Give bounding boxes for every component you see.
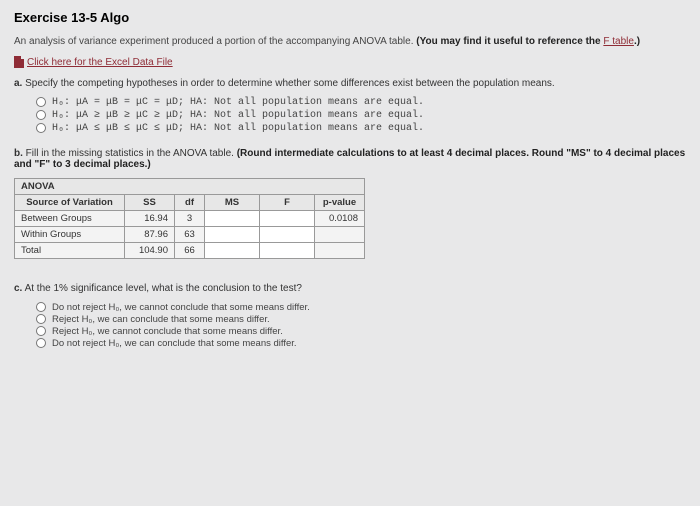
part-b-prompt: b. Fill in the missing statistics in the…: [14, 148, 686, 170]
anova-title-cell: ANOVA: [15, 178, 365, 194]
conc-radio-4[interactable]: [36, 338, 46, 348]
hdr-pvalue: p-value: [315, 194, 365, 210]
anova-table-wrap: ANOVA Source of Variation SS df MS F p-v…: [14, 178, 686, 259]
conc-option-1[interactable]: Do not reject H₀, we cannot conclude tha…: [36, 302, 686, 313]
file-link-row: Click here for the Excel Data File: [14, 56, 686, 78]
ms-input[interactable]: [205, 210, 260, 226]
hyp-text-1: H₀: μA = μB = μC = μD; HA: Not all popul…: [52, 97, 424, 108]
row-df: 63: [175, 226, 205, 242]
hyp-radio-1[interactable]: [36, 97, 46, 107]
conc-option-3[interactable]: Reject H₀, we cannot conclude that some …: [36, 326, 686, 337]
conclusion-options: Do not reject H₀, we cannot conclude tha…: [36, 302, 686, 349]
row-label: Total: [15, 242, 125, 258]
hyp-option-1[interactable]: H₀: μA = μB = μC = μD; HA: Not all popul…: [36, 97, 686, 108]
hdr-df: df: [175, 194, 205, 210]
hyp-text-2: H₀: μA ≥ μB ≥ μC ≥ μD; HA: Not all popul…: [52, 110, 424, 121]
row-ss: 16.94: [125, 210, 175, 226]
part-c-label: c.: [14, 283, 22, 294]
conc-text-2: Reject H₀, we can conclude that some mea…: [52, 314, 270, 325]
intro-sentence: An analysis of variance experiment produ…: [14, 36, 414, 47]
f-input[interactable]: [260, 210, 315, 226]
conc-radio-1[interactable]: [36, 302, 46, 312]
anova-table: ANOVA Source of Variation SS df MS F p-v…: [14, 178, 365, 259]
row-ss: 87.96: [125, 226, 175, 242]
f-cell: [260, 226, 315, 242]
hypothesis-options: H₀: μA = μB = μC = μD; HA: Not all popul…: [36, 97, 686, 134]
conc-text-1: Do not reject H₀, we cannot conclude tha…: [52, 302, 310, 313]
conc-radio-3[interactable]: [36, 326, 46, 336]
hyp-option-2[interactable]: H₀: μA ≥ μB ≥ μC ≥ μD; HA: Not all popul…: [36, 110, 686, 121]
conc-radio-2[interactable]: [36, 314, 46, 324]
intro-bold2: .): [634, 36, 640, 47]
intro-bold: (You may find it useful to reference the: [416, 36, 603, 47]
conc-text-3: Reject H₀, we cannot conclude that some …: [52, 326, 283, 337]
row-p: [315, 242, 365, 258]
row-p: [315, 226, 365, 242]
table-row: Within Groups 87.96 63: [15, 226, 365, 242]
hdr-source: Source of Variation: [15, 194, 125, 210]
row-df: 66: [175, 242, 205, 258]
part-a-label: a.: [14, 78, 22, 89]
part-a-text: Specify the competing hypotheses in orde…: [25, 78, 555, 89]
conc-option-2[interactable]: Reject H₀, we can conclude that some mea…: [36, 314, 686, 325]
row-label: Within Groups: [15, 226, 125, 242]
hdr-ss: SS: [125, 194, 175, 210]
conc-option-4[interactable]: Do not reject H₀, we can conclude that s…: [36, 338, 686, 349]
part-b-label: b.: [14, 148, 23, 159]
exercise-title: Exercise 13-5 Algo: [14, 10, 686, 25]
table-row: Total 104.90 66: [15, 242, 365, 258]
part-a-prompt: a. Specify the competing hypotheses in o…: [14, 78, 686, 89]
row-p: 0.0108: [315, 210, 365, 226]
row-ss: 104.90: [125, 242, 175, 258]
f-table-link[interactable]: F table: [603, 36, 634, 47]
part-b-text: Fill in the missing statistics in the AN…: [26, 148, 234, 159]
part-c-text: At the 1% significance level, what is th…: [25, 283, 302, 294]
f-cell: [260, 242, 315, 258]
row-label: Between Groups: [15, 210, 125, 226]
hyp-option-3[interactable]: H₀: μA ≤ μB ≤ μC ≤ μD; HA: Not all popul…: [36, 123, 686, 134]
file-icon: [14, 56, 24, 68]
anova-header-row: Source of Variation SS df MS F p-value: [15, 194, 365, 210]
part-c-prompt: c. At the 1% significance level, what is…: [14, 283, 686, 294]
hdr-f: F: [260, 194, 315, 210]
ms-cell: [205, 242, 260, 258]
conc-text-4: Do not reject H₀, we can conclude that s…: [52, 338, 297, 349]
hyp-text-3: H₀: μA ≤ μB ≤ μC ≤ μD; HA: Not all popul…: [52, 123, 424, 134]
ms-input[interactable]: [205, 226, 260, 242]
intro-text: An analysis of variance experiment produ…: [14, 35, 686, 48]
row-df: 3: [175, 210, 205, 226]
hyp-radio-3[interactable]: [36, 123, 46, 133]
table-row: Between Groups 16.94 3 0.0108: [15, 210, 365, 226]
hdr-ms: MS: [205, 194, 260, 210]
hyp-radio-2[interactable]: [36, 110, 46, 120]
excel-file-link[interactable]: Click here for the Excel Data File: [27, 57, 173, 68]
